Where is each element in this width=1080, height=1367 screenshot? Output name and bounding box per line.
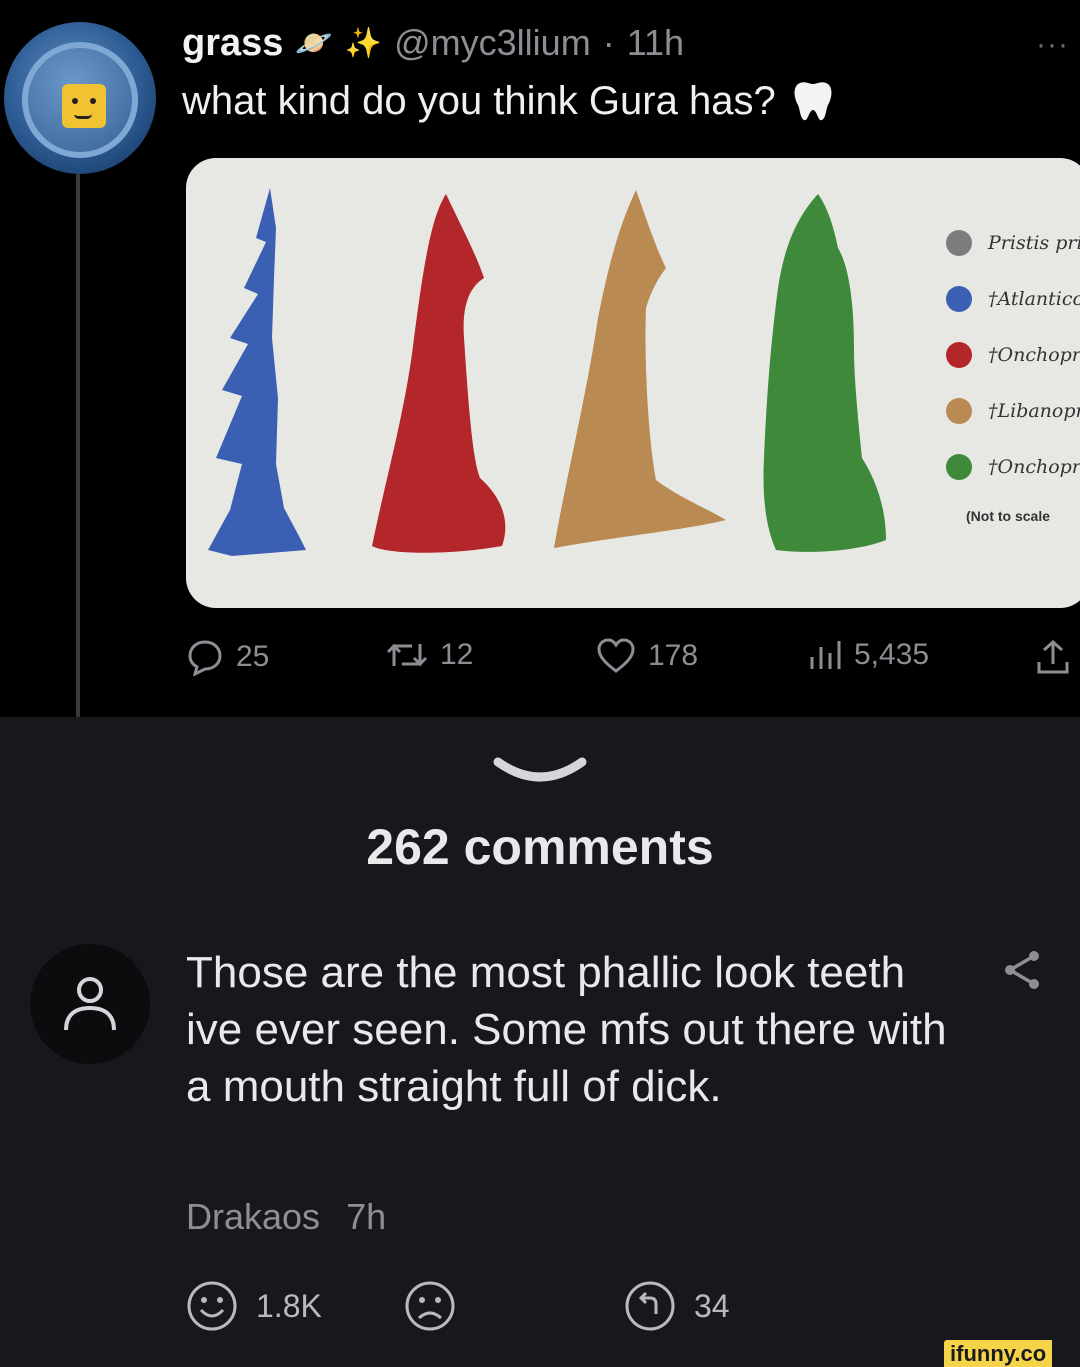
reply-arrow-icon — [625, 1281, 675, 1331]
comment-time: 7h — [346, 1196, 387, 1237]
legend-label: †Libanopr — [988, 400, 1080, 422]
teeth-illustration — [208, 188, 886, 556]
tweet-time: 11h — [626, 22, 685, 63]
eye-icon — [72, 98, 78, 104]
planet-emoji-icon: 🪐 — [295, 26, 333, 60]
heart-icon — [597, 638, 635, 673]
legend-item: †Libanopr — [946, 398, 1080, 424]
legend-item: †Onchopr — [946, 454, 1080, 480]
like-action: 178 — [596, 638, 698, 674]
frown-face-icon — [405, 1281, 455, 1331]
legend-dot — [946, 230, 972, 256]
reply-action: 25 — [186, 638, 269, 676]
comments-count: 262 comments — [366, 819, 714, 875]
separator: · — [602, 22, 615, 63]
like-count: 178 — [648, 639, 699, 672]
legend-item: †Onchopr — [946, 342, 1080, 368]
comment-reactions: 1.8K 34 — [186, 1280, 886, 1332]
upload-share-icon — [1037, 639, 1069, 674]
reply-count: 25 — [236, 640, 270, 673]
views-bar-chart-icon — [810, 641, 841, 669]
not-to-scale-note: (Not to scale — [966, 508, 1051, 524]
comment-avatar[interactable] — [30, 944, 150, 1064]
tweet-text-line: what kind do you think Gura has? — [182, 78, 836, 124]
legend-item: †Atlantico — [946, 286, 1080, 312]
collapse-chevron-icon[interactable] — [490, 752, 590, 792]
lego-face-icon — [62, 84, 106, 128]
comment-text: Those are the most phallic look teeth iv… — [186, 948, 947, 1111]
tweet-header: grass 🪐 ✨ @myc3llium · 11h — [182, 18, 684, 68]
ifunny-watermark: ifunny.co — [944, 1340, 1053, 1367]
share-icon[interactable] — [1000, 948, 1044, 992]
comment-author[interactable]: Drakaos — [186, 1196, 320, 1238]
tooth-emoji-icon — [794, 82, 832, 121]
legend-label: †Onchopr — [988, 344, 1080, 366]
legend-dot — [946, 286, 972, 312]
tweet-actions: 25 12 178 5,435 — [186, 638, 1080, 684]
smile-reaction[interactable]: 1.8K — [186, 1280, 322, 1332]
thread-line — [76, 170, 80, 717]
tweet-display-name: grass — [182, 21, 284, 64]
legend-label: †Onchopr — [988, 456, 1080, 478]
retweet-action: 12 — [386, 638, 473, 672]
legend-dot — [946, 342, 972, 368]
comment-meta: Drakaos 7h — [186, 1196, 386, 1238]
user-icon — [64, 977, 116, 1031]
legend-dot — [946, 454, 972, 480]
retweet-icon — [386, 643, 428, 667]
tweet-screenshot: grass 🪐 ✨ @myc3llium · 11h ··· what kind… — [0, 0, 1080, 717]
sparkles-emoji-icon: ✨ — [344, 26, 383, 60]
views-action: 5,435 — [808, 638, 929, 672]
reply-bubble-icon — [188, 640, 222, 676]
legend-label: †Atlantico — [988, 288, 1080, 310]
more-options-icon: ··· — [1036, 28, 1069, 61]
legend-label: Pristis pri — [988, 232, 1080, 254]
green-tooth-shape — [763, 194, 886, 552]
smile-face-icon — [187, 1281, 237, 1331]
tweet-avatar — [4, 22, 156, 174]
tweet-handle: @myc3llium — [394, 22, 591, 63]
legend-item: Pristis pri — [946, 230, 1080, 256]
tweet-image-card: Pristis pri †Atlantico †Onchopr †Libanop… — [186, 158, 1080, 608]
red-tooth-shape — [372, 194, 506, 553]
upvote-count: 1.8K — [256, 1287, 322, 1324]
blue-tooth-shape — [208, 188, 306, 556]
legend-dot — [946, 398, 972, 424]
tweet-text: what kind do you think Gura has? — [182, 78, 776, 123]
frown-reaction[interactable] — [404, 1280, 456, 1332]
tan-tooth-shape — [554, 190, 726, 548]
retweet-count: 12 — [440, 638, 474, 671]
share-action — [1036, 638, 1070, 676]
reply-count: 34 — [694, 1287, 730, 1324]
mouth-icon — [74, 114, 92, 119]
view-count: 5,435 — [854, 638, 930, 671]
eye-icon — [90, 98, 96, 104]
reply-reaction[interactable]: 34 — [624, 1280, 730, 1332]
